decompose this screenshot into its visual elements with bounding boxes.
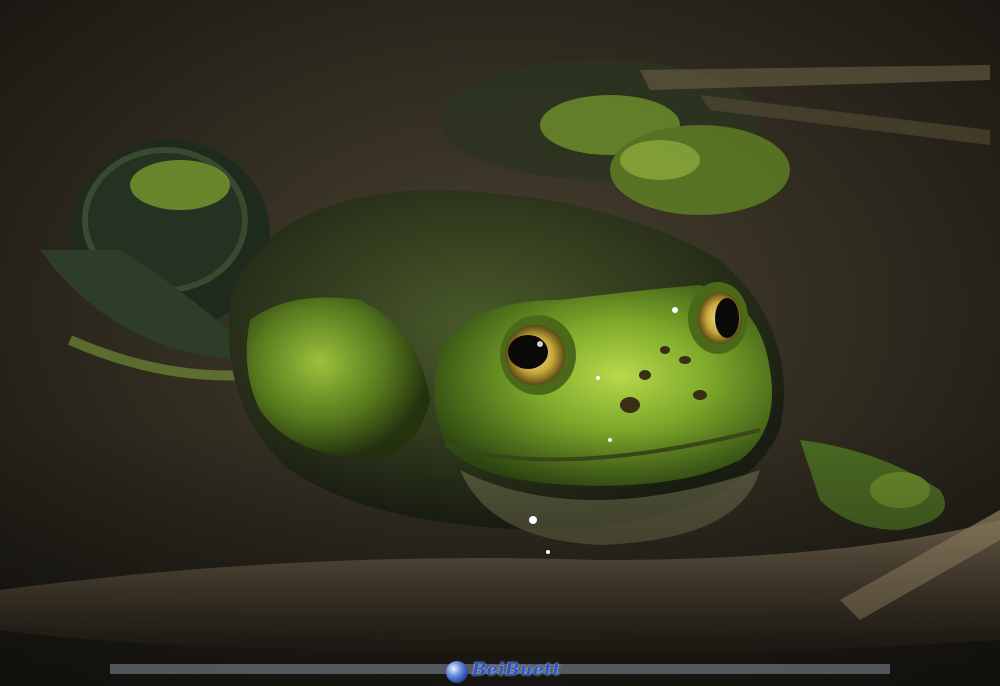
frog-eye-right <box>688 282 748 354</box>
frog-photo <box>0 0 1000 686</box>
photographer-watermark: BeiBuett <box>472 660 561 680</box>
water-surface-shade <box>0 430 1000 686</box>
frog-eye-left <box>500 315 576 395</box>
watermark-orb-icon <box>446 661 468 683</box>
